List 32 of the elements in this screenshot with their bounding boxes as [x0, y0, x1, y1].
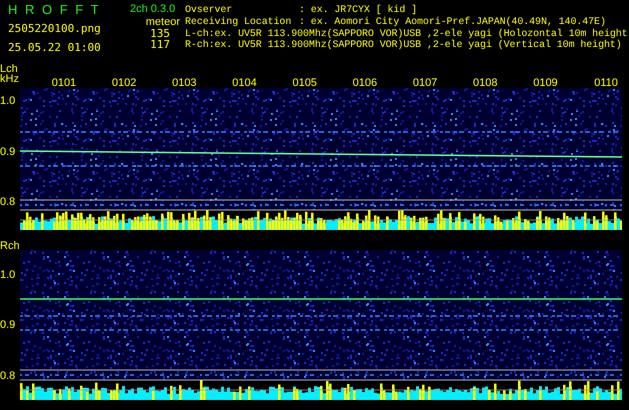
axis-label: 0.9 — [0, 147, 16, 157]
time-label: 0105 — [292, 78, 317, 88]
channel-description: R-ch:ex. UV5R 113.900Mhz(SAPPORO VOR)USB ,2-ele yagi (Vertical 10m height) — [185, 40, 623, 51]
time-label: 0108 — [473, 78, 498, 88]
time-label: 0106 — [352, 78, 378, 88]
file-name: 2505220100.png — [8, 23, 102, 35]
time-label: 0107 — [412, 78, 438, 88]
axis-label: 0.8 — [0, 371, 16, 381]
time-label: 0102 — [112, 78, 136, 88]
time-label: 0109 — [533, 78, 558, 88]
time-label: 0103 — [172, 78, 197, 88]
unit-label: kHz — [0, 74, 20, 84]
time-label: 0104 — [232, 78, 257, 88]
date-time: 25.05.22 01:00 — [8, 42, 102, 54]
info-label: Ovserver — [185, 5, 234, 16]
channel-label: Rch — [0, 241, 20, 251]
info-label: Receiving Location — [185, 17, 292, 28]
channel-label: Lch — [0, 64, 18, 74]
meteor-label: meteor — [146, 16, 180, 28]
axis-label: 1.0 — [0, 96, 16, 106]
channel-description: L-ch:ex. UV5R 113.900Mhz(SAPPORO VOR)USB ,2-ele yagi (Holozontal 10m height — [185, 29, 628, 40]
meteor-count: 135 — [150, 28, 170, 39]
axis-label: 1.0 — [0, 270, 16, 280]
meteor-count: 117 — [150, 39, 170, 50]
time-label: 0110 — [594, 78, 618, 88]
axis-label: 0.8 — [0, 197, 16, 207]
info-value: : ex. Aomori City Aomori-Pref.JAPAN(40.49N, 140.47E) — [299, 17, 606, 28]
info-value: : ex. JR7CYX [ kid ] — [299, 5, 418, 16]
time-label: 0101 — [52, 78, 76, 88]
app-title: H R O F F T — [8, 2, 101, 18]
axis-label: 0.9 — [0, 320, 16, 330]
version-label: 2ch 0.3.0 — [130, 3, 176, 15]
